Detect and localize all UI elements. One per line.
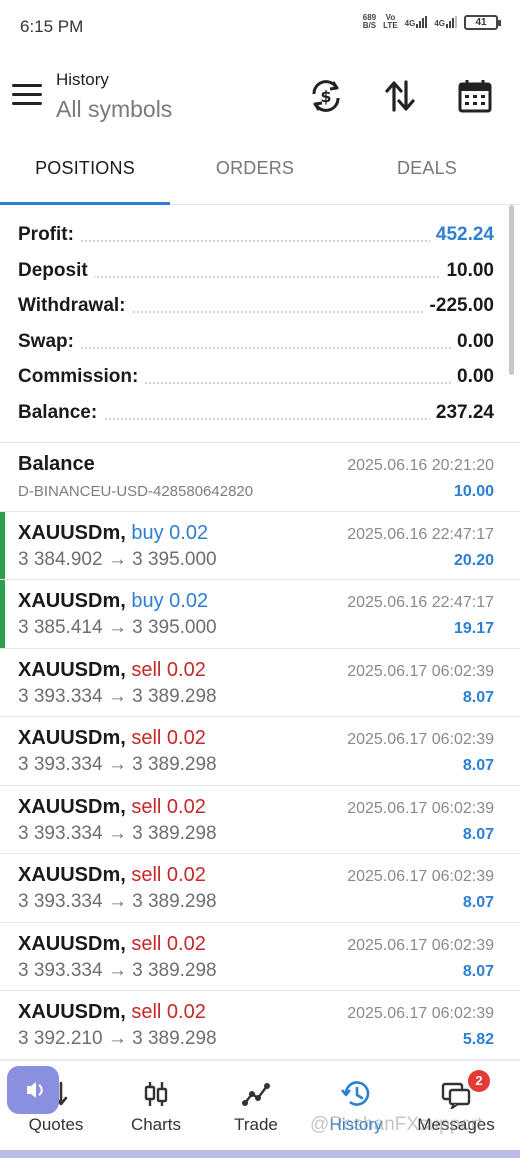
commission-value: 0.00 — [451, 366, 494, 389]
list-item-trade[interactable]: XAUUSDm, sell 0.02 3 393.334 → 3 389.298… — [0, 717, 520, 786]
withdrawal-value: -225.00 — [423, 295, 494, 318]
tab-orders[interactable]: ORDERS — [170, 158, 340, 179]
swap-value: 0.00 — [451, 330, 494, 353]
summary-row-withdrawal: Withdrawal: -225.00 — [18, 295, 494, 318]
active-tab-indicator — [0, 202, 170, 205]
speaker-icon — [27, 1082, 43, 1098]
arrow-icon: → — [107, 754, 127, 775]
charts-icon — [144, 1082, 168, 1106]
summary-row-balance: Balance: 237.24 — [18, 401, 494, 424]
status-icons: 689 B/S Vo LTE 4G 4G 41 — [362, 13, 501, 30]
summary-panel: Profit: 452.24 Deposit 10.00 Withdrawal:… — [0, 218, 520, 432]
list-item-trade[interactable]: XAUUSDm, sell 0.02 3 393.334 → 3 389.298… — [0, 649, 520, 717]
trade-icon — [242, 1083, 270, 1106]
buy-marker — [0, 511, 5, 579]
arrow-icon: → — [107, 1028, 127, 1049]
sort-icon[interactable] — [380, 76, 420, 116]
list-item-trade[interactable]: XAUUSDm, sell 0.02 3 393.334 → 3 389.298… — [0, 786, 520, 854]
symbol-filter[interactable]: All symbols — [56, 96, 172, 123]
watermark: @RoshanFXsupport — [310, 1114, 483, 1135]
balance-value: 237.24 — [429, 401, 494, 424]
status-bar: 6:15 PM 689 B/S Vo LTE 4G 4G 41 — [0, 0, 520, 54]
page-title: History — [56, 70, 109, 89]
list-item-balance[interactable]: Balance D-BINANCEU-USD-428580642820 2025… — [0, 443, 520, 512]
svg-text:$: $ — [320, 87, 331, 106]
list-item-trade[interactable]: XAUUSDm, buy 0.02 3 385.414 → 3 395.000 … — [0, 580, 520, 649]
list-item-trade[interactable]: XAUUSDm, sell 0.02 3 392.210 → 3 389.298… — [0, 991, 520, 1060]
signal-icon: 4G — [405, 16, 428, 28]
battery-icon: 41 — [464, 14, 501, 30]
arrow-icon: → — [107, 959, 127, 981]
nav-charts[interactable]: Charts — [106, 1079, 206, 1149]
app-bar: History All symbols $ — [0, 58, 520, 138]
unread-badge: 2 — [468, 1070, 490, 1092]
tab-deals[interactable]: DEALS — [342, 158, 512, 179]
history-tabs: POSITIONS ORDERS DEALS — [0, 150, 520, 205]
history-icon — [340, 1081, 370, 1106]
profit-value: 452.24 — [429, 224, 494, 246]
arrow-icon: → — [107, 548, 127, 570]
positions-list: Balance D-BINANCEU-USD-428580642820 2025… — [0, 442, 520, 1060]
status-time: 6:15 PM — [20, 17, 84, 36]
bottom-navigation: Quotes Charts Trade History 2 Messages — [0, 1060, 520, 1158]
account-id: D-BINANCEU-USD-428580642820 — [18, 483, 254, 500]
tab-positions[interactable]: POSITIONS — [0, 158, 170, 179]
network-speed: 689 B/S — [362, 13, 377, 30]
menu-icon[interactable] — [12, 84, 42, 108]
summary-row-deposit: Deposit 10.00 — [18, 259, 494, 282]
list-item-trade[interactable]: XAUUSDm, sell 0.02 3 393.334 → 3 389.298… — [0, 923, 520, 991]
volte-icon: Vo LTE — [383, 13, 398, 30]
list-item-trade[interactable]: XAUUSDm, buy 0.02 3 384.902 → 3 395.000 … — [0, 511, 520, 580]
summary-row-commission: Commission: 0.00 — [18, 366, 494, 389]
summary-row-profit: Profit: 452.24 — [18, 224, 494, 246]
floating-assistant-button[interactable] — [7, 1066, 59, 1114]
summary-row-swap: Swap: 0.00 — [18, 330, 494, 353]
signal-icon-2: 4G — [434, 16, 457, 28]
list-item-trade[interactable]: XAUUSDm, sell 0.02 3 393.334 → 3 389.298… — [0, 854, 520, 923]
system-gesture-bar — [0, 1150, 520, 1158]
calendar-icon[interactable] — [455, 76, 495, 116]
deposit-value: 10.00 — [440, 259, 494, 282]
arrow-icon: → — [107, 685, 127, 707]
buy-marker — [0, 580, 5, 648]
nav-trade[interactable]: Trade — [206, 1079, 306, 1149]
refresh-currency-icon[interactable]: $ — [306, 76, 346, 116]
arrow-icon: → — [107, 617, 127, 638]
arrow-icon: → — [107, 822, 127, 844]
arrow-icon: → — [107, 891, 127, 912]
